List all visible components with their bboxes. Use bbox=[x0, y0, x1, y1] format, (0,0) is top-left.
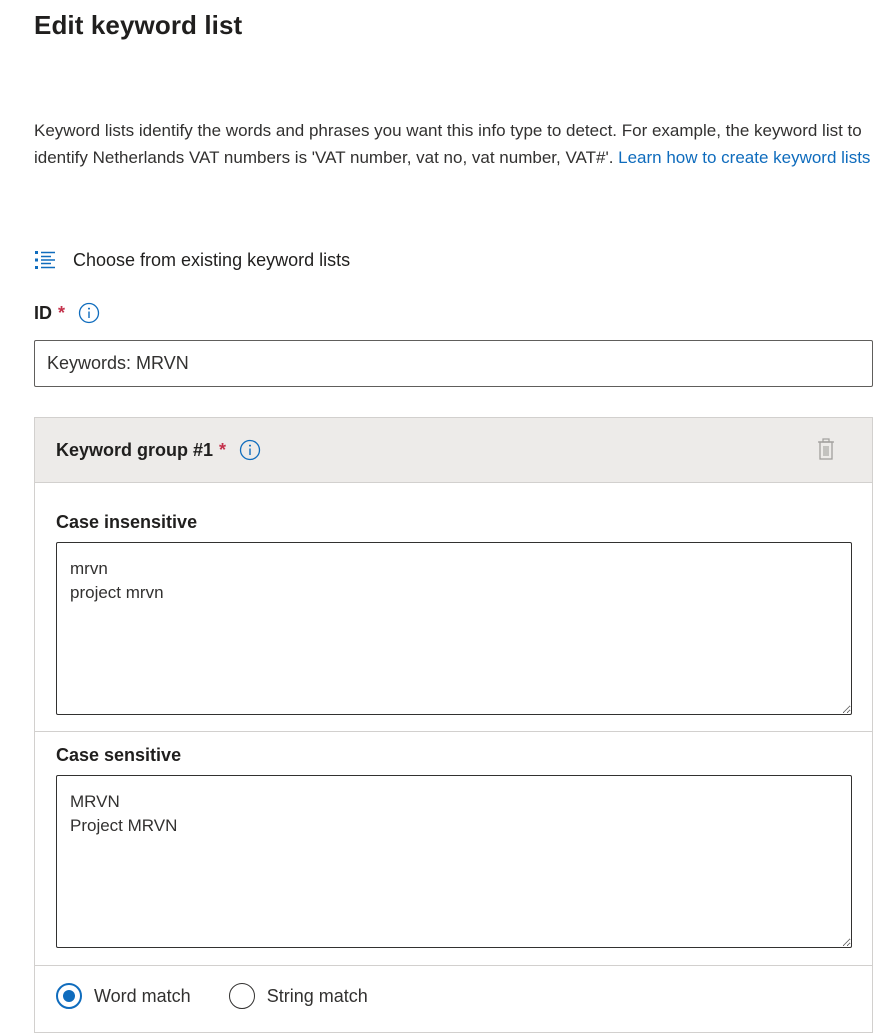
word-match-radio[interactable]: Word match bbox=[56, 983, 191, 1009]
required-marker: * bbox=[219, 439, 227, 460]
keyword-group-header: Keyword group #1 * bbox=[35, 418, 872, 483]
keyword-group-card: Keyword group #1 * Case insensitive mrvn… bbox=[34, 417, 873, 1033]
word-match-label: Word match bbox=[94, 985, 191, 1006]
learn-more-link[interactable]: Learn how to create keyword lists bbox=[618, 148, 870, 167]
bulleted-list-icon bbox=[35, 251, 55, 269]
case-insensitive-label: Case insensitive bbox=[56, 512, 198, 532]
case-insensitive-textarea[interactable]: mrvn project mrvn bbox=[56, 542, 852, 715]
choose-existing-label: Choose from existing keyword lists bbox=[73, 249, 351, 270]
id-input[interactable] bbox=[34, 340, 873, 387]
trash-icon[interactable] bbox=[816, 437, 836, 461]
radio-unchecked-icon bbox=[228, 983, 255, 1009]
description: Keyword lists identify the words and phr… bbox=[34, 117, 874, 171]
id-field-label: ID * bbox=[34, 302, 100, 324]
string-match-label: String match bbox=[266, 985, 368, 1006]
choose-existing-keyword-lists-button[interactable]: Choose from existing keyword lists bbox=[34, 249, 350, 271]
info-icon[interactable] bbox=[239, 439, 261, 461]
case-sensitive-textarea[interactable]: MRVN Project MRVN bbox=[56, 775, 852, 948]
match-type-radio-group: Word match String match bbox=[56, 983, 406, 1009]
section-divider bbox=[35, 731, 872, 732]
keyword-group-title: Keyword group #1 * bbox=[56, 439, 261, 461]
page-title: Edit keyword list bbox=[34, 10, 243, 40]
section-divider bbox=[35, 965, 872, 966]
string-match-radio[interactable]: String match bbox=[228, 983, 368, 1009]
case-sensitive-label: Case sensitive bbox=[56, 745, 182, 765]
required-marker: * bbox=[58, 302, 66, 323]
radio-checked-icon bbox=[56, 983, 82, 1009]
id-label-text: ID bbox=[34, 302, 52, 323]
info-icon[interactable] bbox=[78, 302, 100, 324]
keyword-group-title-text: Keyword group #1 bbox=[56, 439, 214, 460]
